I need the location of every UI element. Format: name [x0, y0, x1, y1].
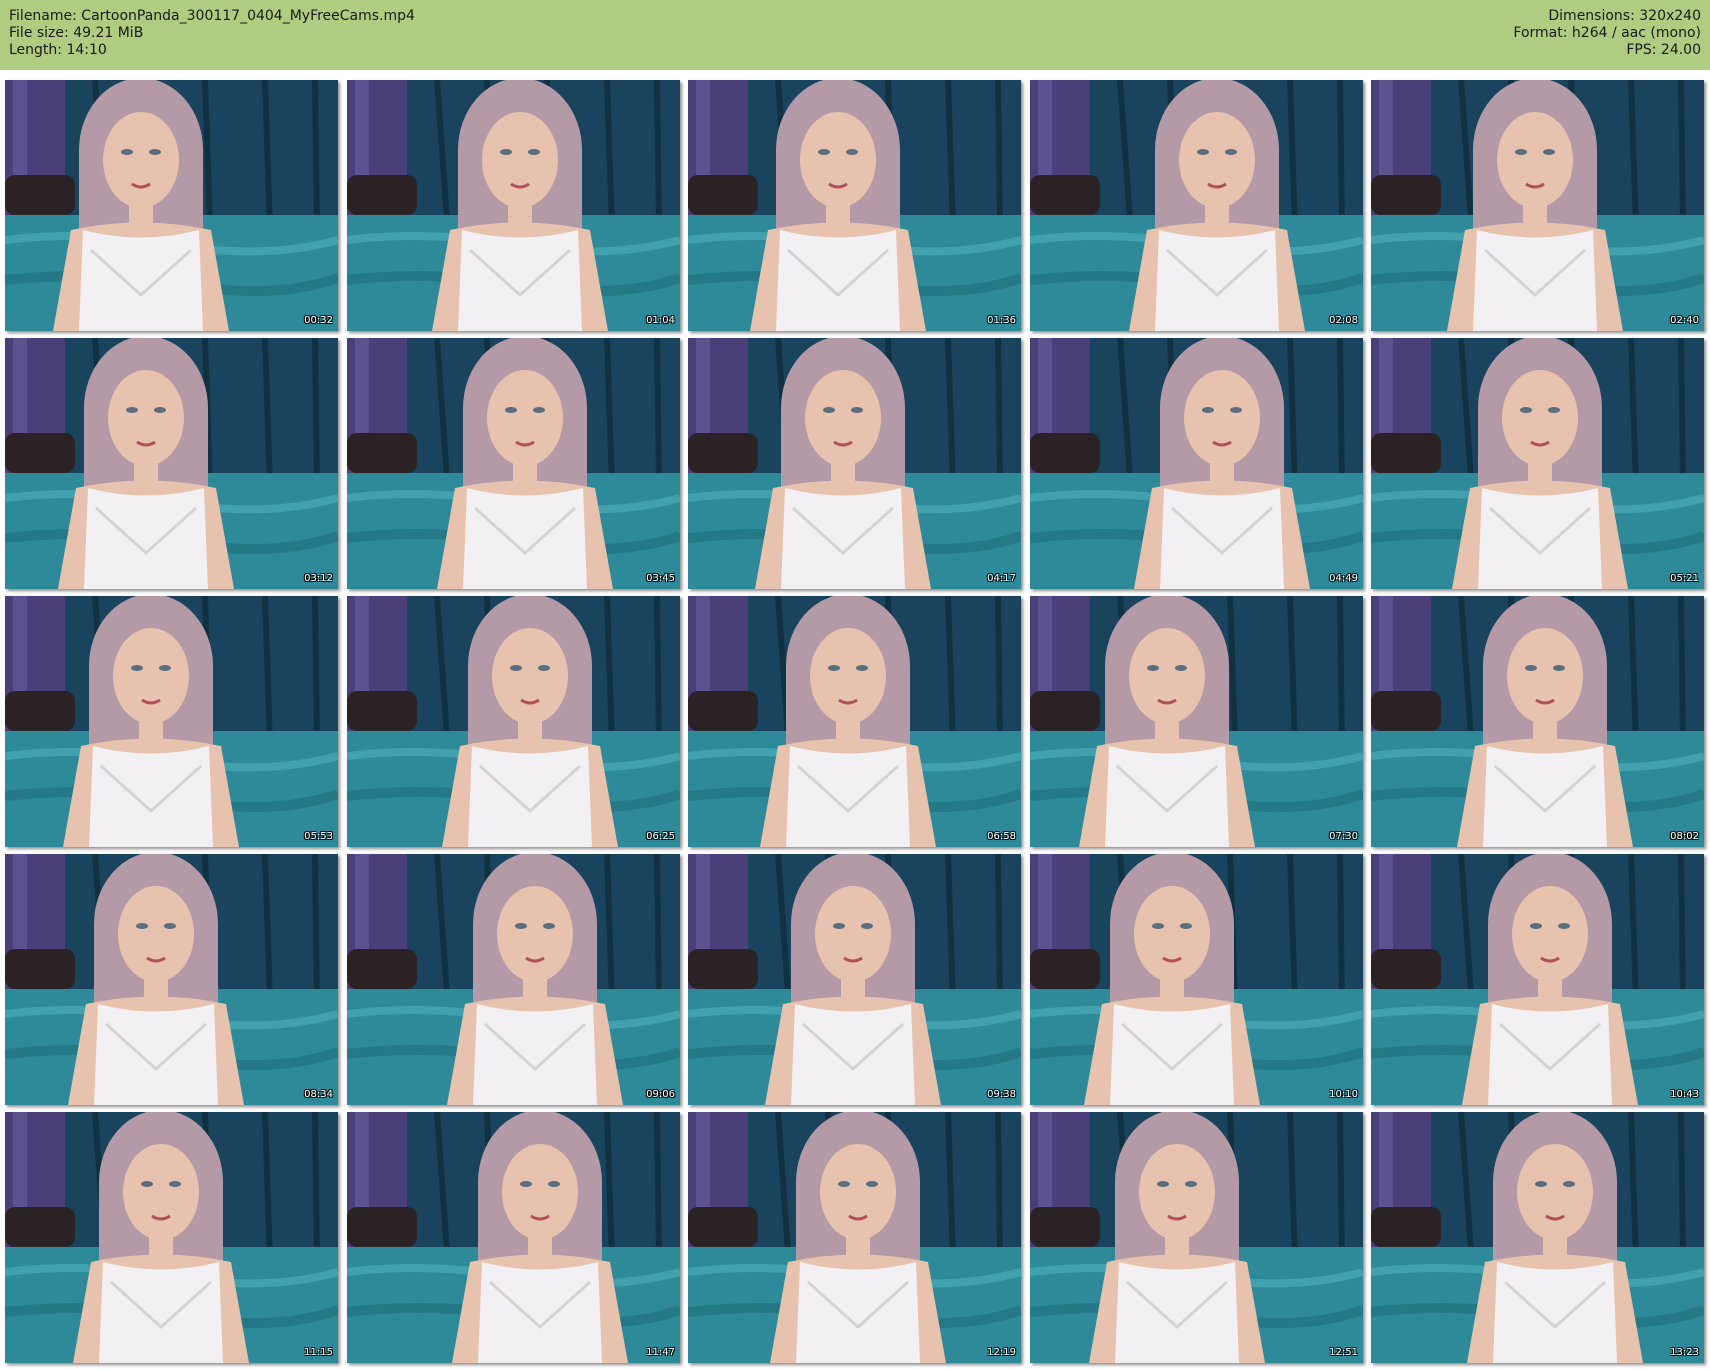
video-frame — [688, 80, 1021, 331]
video-frame — [1371, 338, 1704, 589]
thumbnail-timestamp: 09:38 — [987, 1089, 1016, 1100]
video-frame — [5, 854, 338, 1105]
thumbnail-timestamp: 01:04 — [646, 315, 675, 326]
file-info-left: Filename: CartoonPanda_300117_0404_MyFre… — [9, 8, 415, 59]
thumbnail-timestamp: 05:21 — [1670, 573, 1699, 584]
video-frame — [347, 596, 680, 847]
thumbnail-timestamp: 03:12 — [304, 573, 333, 584]
video-frame — [1030, 80, 1363, 331]
thumbnail-timestamp: 01:36 — [987, 315, 1016, 326]
video-frame — [1371, 854, 1704, 1105]
video-frame — [688, 1112, 1021, 1363]
thumbnail[interactable]: 08:02 — [1371, 596, 1704, 847]
fps-line: FPS: 24.00 — [1626, 42, 1701, 58]
thumbnail[interactable]: 09:06 — [347, 854, 680, 1105]
thumbnail-timestamp: 10:43 — [1670, 1089, 1699, 1100]
filename-line: Filename: CartoonPanda_300117_0404_MyFre… — [9, 8, 415, 24]
thumbnail-timestamp: 10:10 — [1329, 1089, 1358, 1100]
thumbnail[interactable]: 12:19 — [688, 1112, 1021, 1363]
thumbnail[interactable]: 07:30 — [1030, 596, 1363, 847]
thumbnail-timestamp: 07:30 — [1329, 831, 1358, 842]
thumbnail[interactable]: 13:23 — [1371, 1112, 1704, 1363]
video-frame — [1030, 854, 1363, 1105]
dimensions-line: Dimensions: 320x240 — [1548, 8, 1701, 24]
file-info-header: Filename: CartoonPanda_300117_0404_MyFre… — [0, 0, 1710, 70]
video-frame — [347, 1112, 680, 1363]
thumbnail-timestamp: 11:15 — [304, 1347, 333, 1358]
video-frame — [1030, 338, 1363, 589]
video-frame — [5, 596, 338, 847]
thumbnail-timestamp: 02:08 — [1329, 315, 1358, 326]
thumbnail-timestamp: 00:32 — [304, 315, 333, 326]
video-frame — [347, 854, 680, 1105]
video-frame — [1030, 596, 1363, 847]
thumbnail-timestamp: 02:40 — [1670, 315, 1699, 326]
thumbnail[interactable]: 00:32 — [5, 80, 338, 331]
format-line: Format: h264 / aac (mono) — [1513, 25, 1701, 41]
thumbnail-timestamp: 11:47 — [646, 1347, 675, 1358]
thumbnail-timestamp: 13:23 — [1670, 1347, 1699, 1358]
video-frame — [1371, 80, 1704, 331]
video-frame — [688, 596, 1021, 847]
length-line: Length: 14:10 — [9, 42, 107, 58]
thumbnail[interactable]: 01:36 — [688, 80, 1021, 331]
thumbnail-timestamp: 03:45 — [646, 573, 675, 584]
thumbnail[interactable]: 06:25 — [347, 596, 680, 847]
thumbnail[interactable]: 05:21 — [1371, 338, 1704, 589]
thumbnail[interactable]: 11:47 — [347, 1112, 680, 1363]
thumbnail[interactable]: 10:43 — [1371, 854, 1704, 1105]
thumbnail-timestamp: 12:51 — [1329, 1347, 1358, 1358]
thumbnail[interactable]: 01:04 — [347, 80, 680, 331]
thumbnail-timestamp: 06:58 — [987, 831, 1016, 842]
thumbnail[interactable]: 04:17 — [688, 338, 1021, 589]
thumbnail[interactable]: 03:12 — [5, 338, 338, 589]
thumbnail[interactable]: 02:40 — [1371, 80, 1704, 331]
thumbnail[interactable]: 06:58 — [688, 596, 1021, 847]
video-frame — [1371, 1112, 1704, 1363]
thumbnail-timestamp: 05:53 — [304, 831, 333, 842]
thumbnail[interactable]: 11:15 — [5, 1112, 338, 1363]
video-frame — [347, 338, 680, 589]
thumbnail[interactable]: 03:45 — [347, 338, 680, 589]
video-frame — [688, 338, 1021, 589]
thumbnail[interactable]: 09:38 — [688, 854, 1021, 1105]
video-frame — [5, 80, 338, 331]
thumbnail-timestamp: 04:49 — [1329, 573, 1358, 584]
thumbnail-timestamp: 06:25 — [646, 831, 675, 842]
video-frame — [347, 80, 680, 331]
thumbnail-timestamp: 12:19 — [987, 1347, 1016, 1358]
thumbnail-timestamp: 04:17 — [987, 573, 1016, 584]
thumbnail[interactable]: 02:08 — [1030, 80, 1363, 331]
thumbnail[interactable]: 05:53 — [5, 596, 338, 847]
thumbnail-timestamp: 08:34 — [304, 1089, 333, 1100]
thumbnail-timestamp: 09:06 — [646, 1089, 675, 1100]
file-info-right: Dimensions: 320x240 Format: h264 / aac (… — [1513, 8, 1701, 59]
thumbnail-timestamp: 08:02 — [1670, 831, 1699, 842]
thumbnail[interactable]: 04:49 — [1030, 338, 1363, 589]
thumbnail[interactable]: 10:10 — [1030, 854, 1363, 1105]
file-size-line: File size: 49.21 MiB — [9, 25, 144, 41]
thumbnail[interactable]: 08:34 — [5, 854, 338, 1105]
thumbnail[interactable]: 12:51 — [1030, 1112, 1363, 1363]
video-frame — [1030, 1112, 1363, 1363]
video-frame — [1371, 596, 1704, 847]
video-frame — [5, 338, 338, 589]
video-frame — [5, 1112, 338, 1363]
video-frame — [688, 854, 1021, 1105]
